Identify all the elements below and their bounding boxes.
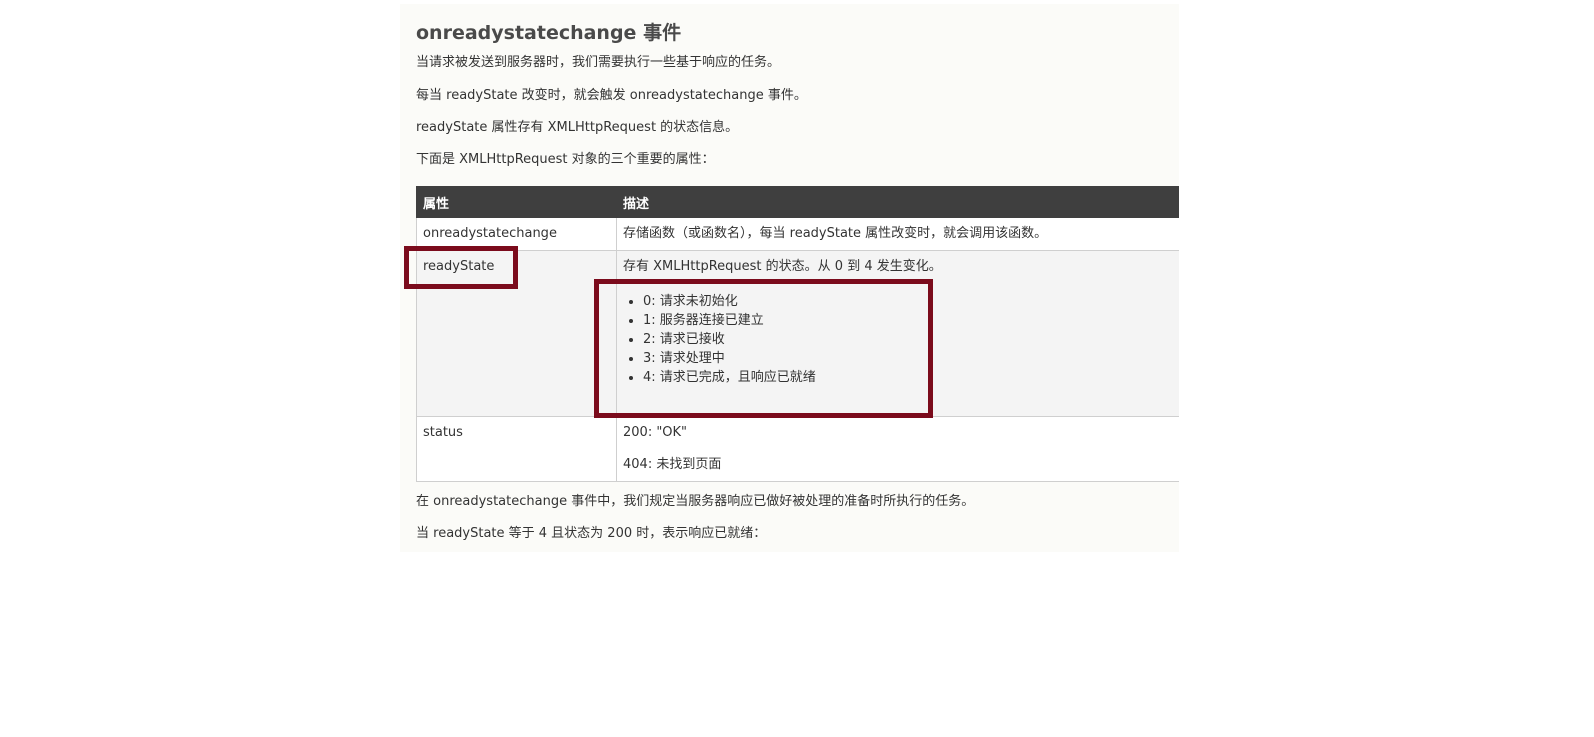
properties-intro-paragraph: 下面是 XMLHttpRequest 对象的三个重要的属性： — [416, 152, 715, 167]
status-code-not-found: 404: 未找到页面 — [623, 457, 722, 472]
property-name: readyState — [416, 250, 617, 417]
intro-paragraph: 当请求被发送到服务器时，我们需要执行一些基于响应的任务。 — [416, 55, 781, 70]
header-description: 描述 — [616, 186, 1179, 218]
property-name: status — [416, 416, 617, 482]
readystate-info-paragraph: readyState 属性存有 XMLHttpRequest 的状态信息。 — [416, 120, 739, 135]
table-row: readyState 存有 XMLHttpRequest 的状态。从 0 到 4… — [416, 250, 1179, 417]
table-row: status 200: "OK" 404: 未找到页面 — [416, 416, 1179, 482]
header-property: 属性 — [416, 186, 617, 218]
ready-condition-paragraph: 当 readyState 等于 4 且状态为 200 时，表示响应已就绪： — [416, 526, 767, 541]
list-item: 1: 服务器连接已建立 — [643, 311, 1173, 330]
property-description: 存储函数（或函数名），每当 readyState 属性改变时，就会调用该函数。 — [616, 217, 1179, 251]
status-code-ok: 200: "OK" — [623, 425, 688, 440]
property-description-cell: 存有 XMLHttpRequest 的状态。从 0 到 4 发生变化。 0: 请… — [616, 250, 1179, 417]
readystate-change-paragraph: 每当 readyState 改变时，就会触发 onreadystatechang… — [416, 88, 807, 103]
handler-paragraph: 在 onreadystatechange 事件中，我们规定当服务器响应已做好被处… — [416, 494, 975, 509]
table-header-row: 属性 描述 — [416, 186, 1179, 218]
properties-table: 属性 描述 onreadystatechange 存储函数（或函数名），每当 r… — [416, 186, 1179, 482]
article-panel: onreadystatechange 事件 当请求被发送到服务器时，我们需要执行… — [400, 4, 1179, 552]
property-description-cell: 200: "OK" 404: 未找到页面 — [616, 416, 1179, 482]
property-name: onreadystatechange — [416, 217, 617, 251]
readystate-list: 0: 请求未初始化 1: 服务器连接已建立 2: 请求已接收 3: 请求处理中 … — [623, 292, 1173, 387]
list-item: 3: 请求处理中 — [643, 349, 1173, 368]
section-heading: onreadystatechange 事件 — [416, 22, 682, 44]
table-row: onreadystatechange 存储函数（或函数名），每当 readySt… — [416, 217, 1179, 251]
list-item: 4: 请求已完成，且响应已就绪 — [643, 368, 1173, 387]
property-description: 存有 XMLHttpRequest 的状态。从 0 到 4 发生变化。 — [623, 259, 942, 274]
list-item: 0: 请求未初始化 — [643, 292, 1173, 311]
list-item: 2: 请求已接收 — [643, 330, 1173, 349]
